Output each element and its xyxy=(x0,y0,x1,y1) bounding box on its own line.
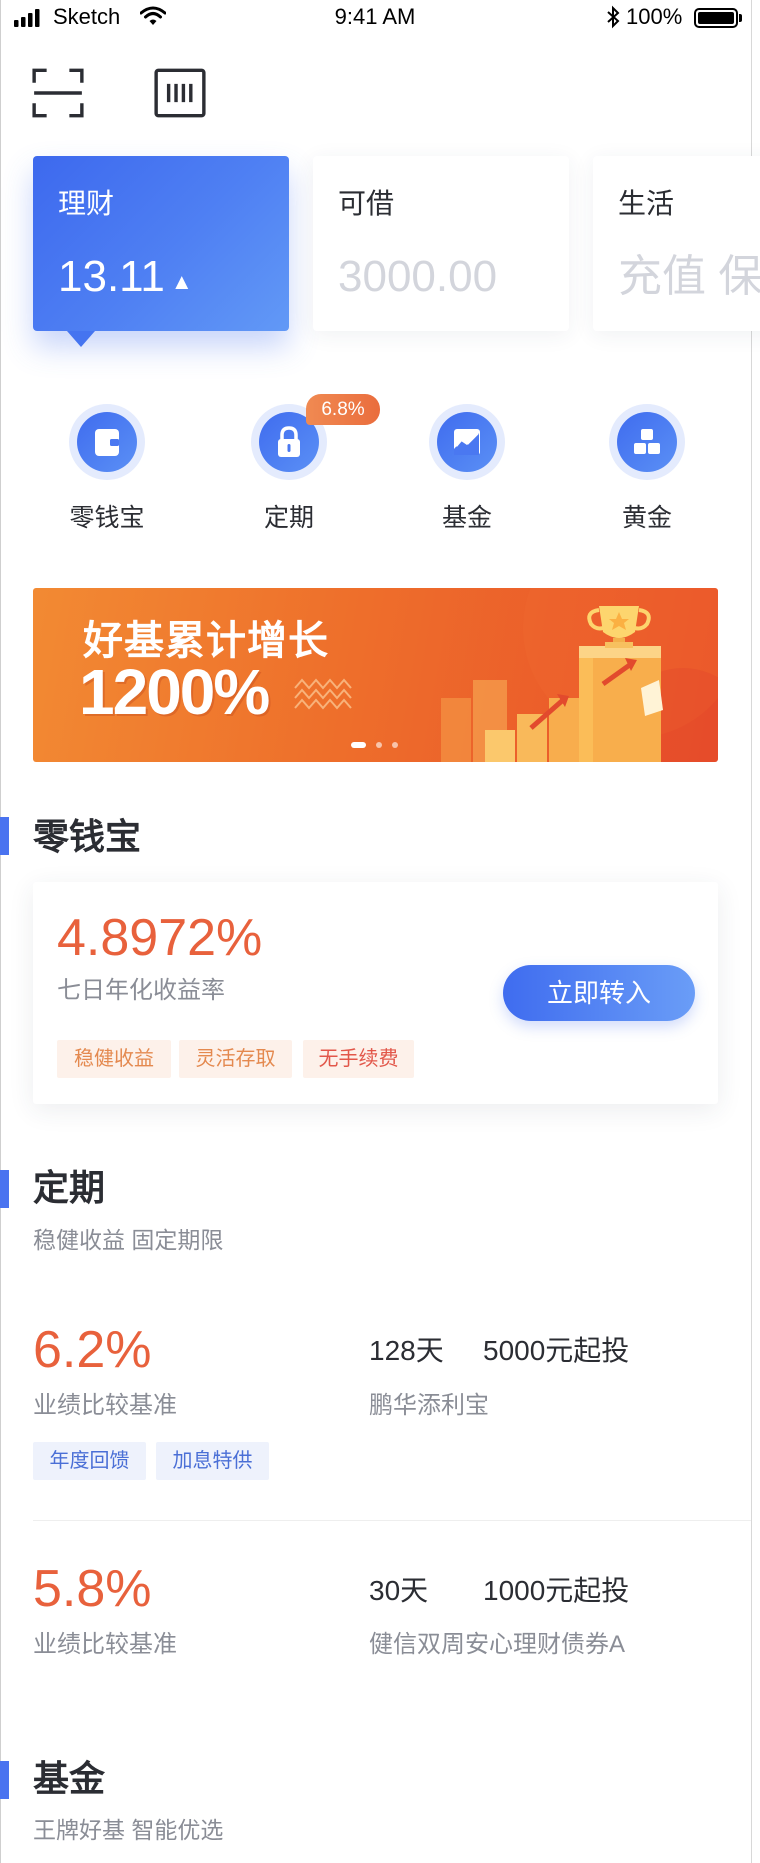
triangle-up-icon: ▲ xyxy=(170,269,193,294)
promo-banner[interactable]: 好基累计增长 1200% xyxy=(33,588,718,762)
wallet-icon xyxy=(95,429,119,456)
carousel-dot[interactable] xyxy=(376,742,382,748)
account-card-title: 生活 xyxy=(618,188,675,219)
section-title-lingqianbao: 零钱宝 xyxy=(33,816,142,857)
carousel-dot-active[interactable] xyxy=(351,742,366,748)
quick-nav-jijin[interactable]: 基金 xyxy=(397,404,537,534)
rate-badge: 6.8% xyxy=(306,394,380,425)
section-subtitle: 王牌好基 智能优选 xyxy=(33,1817,224,1843)
signal-icon xyxy=(14,9,40,27)
quick-nav-huangjin[interactable]: 黄金 xyxy=(577,404,717,534)
section-subtitle: 稳健收益 固定期限 xyxy=(33,1227,224,1253)
trend-chart-icon xyxy=(454,429,480,455)
quick-nav-label: 零钱宝 xyxy=(69,504,145,532)
account-card-title: 可借 xyxy=(338,188,395,219)
quick-nav-label: 黄金 xyxy=(621,504,672,532)
product-term: 128天 xyxy=(369,1335,444,1366)
quick-nav-label: 定期 xyxy=(263,504,314,532)
carrier-name: Sketch xyxy=(53,4,121,29)
account-card-kejie[interactable]: 可借 3000.00 xyxy=(313,156,569,331)
feature-tag: 灵活存取 xyxy=(179,1040,292,1078)
banner-headline: 好基累计增长 xyxy=(83,619,329,663)
product-tag: 年度回馈 xyxy=(33,1442,146,1480)
active-card-pointer xyxy=(67,331,95,347)
section-accent-bar xyxy=(0,817,9,855)
feature-tag: 稳健收益 xyxy=(57,1040,171,1078)
quick-nav-lingqianbao[interactable]: 零钱宝 xyxy=(37,404,177,534)
product-rate: 5.8% xyxy=(33,1560,152,1618)
product-rate: 6.2% xyxy=(33,1321,152,1379)
banner-figure: 1200% xyxy=(79,656,270,728)
divider xyxy=(33,1520,751,1521)
product-tag: 加息特供 xyxy=(156,1442,269,1480)
product-name: 鹏华添利宝 xyxy=(369,1392,489,1419)
yield-rate-label: 七日年化收益率 xyxy=(57,977,225,1004)
product-name: 健信双周安心理财债券A xyxy=(369,1631,626,1658)
account-card-value: 充值 保险 xyxy=(618,252,760,301)
account-card-licai[interactable]: 理财 13.11 ▲ xyxy=(33,156,289,331)
product-min-invest: 5000元起投 xyxy=(483,1335,630,1366)
product-min-invest: 1000元起投 xyxy=(483,1575,630,1606)
account-card-title: 理财 xyxy=(58,188,115,219)
status-bar: Sketch 9:41 AM 100% xyxy=(0,0,760,36)
wifi-icon xyxy=(140,6,166,25)
account-cards: 理财 13.11▲ 可借 3000.00 生活 充值 保险 xyxy=(0,130,760,380)
scan-icon[interactable] xyxy=(31,68,85,118)
section-accent-bar xyxy=(0,1761,9,1799)
yield-rate: 4.8972% xyxy=(57,909,263,967)
battery-percent: 100% xyxy=(626,4,683,29)
product-term: 30天 xyxy=(369,1575,429,1606)
section-accent-bar xyxy=(0,1170,9,1208)
section-title-dingqi: 定期 xyxy=(33,1167,106,1208)
carousel-dot[interactable] xyxy=(392,742,398,748)
feature-tag: 无手续费 xyxy=(303,1040,414,1078)
zigzag-decoration xyxy=(294,678,352,710)
clock: 9:41 AM xyxy=(334,4,416,29)
lingqianbao-card[interactable]: 4.8972% 七日年化收益率 立即转入 稳健收益 灵活存取 无手续费 xyxy=(33,882,718,1104)
bluetooth-icon xyxy=(607,5,620,29)
quick-nav-label: 基金 xyxy=(441,504,492,532)
gold-bars-icon xyxy=(634,429,660,454)
product-rate-label: 业绩比较基准 xyxy=(33,1392,177,1419)
battery-icon xyxy=(694,8,738,28)
account-card-shenghuo[interactable]: 生活 充值 保险 xyxy=(593,156,760,331)
barcode-icon[interactable] xyxy=(153,68,207,118)
account-card-value: 13.11 ▲ xyxy=(58,252,193,301)
account-card-value: 3000.00 xyxy=(338,252,498,301)
transfer-in-button[interactable]: 立即转入 xyxy=(503,965,695,1021)
product-rate-label: 业绩比较基准 xyxy=(33,1631,177,1658)
section-title-jijin: 基金 xyxy=(33,1758,106,1799)
